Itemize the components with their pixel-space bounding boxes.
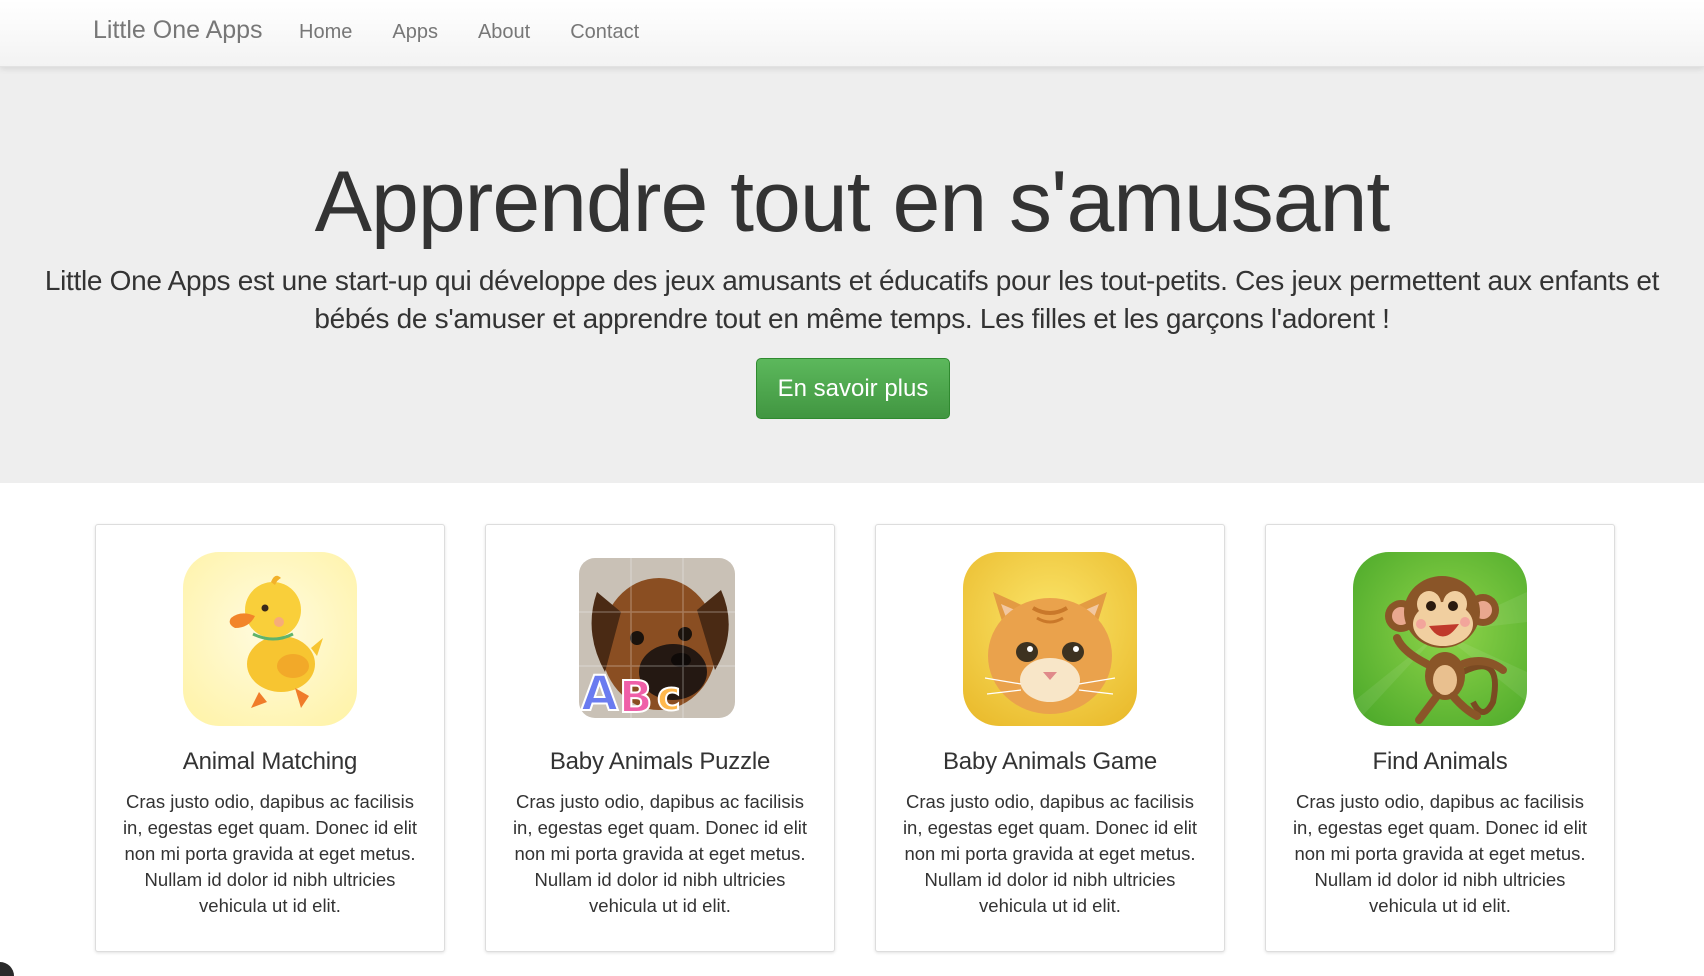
- svg-text:A: A: [581, 666, 618, 722]
- app-title[interactable]: Animal Matching: [96, 748, 444, 776]
- hero-title: Apprendre tout en s'amusant: [314, 154, 1391, 250]
- nav-link-contact[interactable]: Contact: [570, 21, 639, 44]
- svg-text:c: c: [657, 674, 681, 720]
- app-card-animal-matching[interactable]: Animal Matching Cras justo odio, dapibus…: [95, 524, 445, 952]
- hero-description: Little One Apps est une start-up qui dév…: [44, 265, 1660, 334]
- kitten-icon[interactable]: [963, 552, 1137, 726]
- brand-link[interactable]: Little One Apps: [93, 16, 263, 45]
- learn-more-button[interactable]: En savoir plus: [756, 358, 950, 419]
- nav-link-about[interactable]: About: [478, 21, 530, 44]
- app-description: Cras justo odio, dapibus ac facilisis in…: [122, 791, 418, 916]
- app-title[interactable]: Baby Animals Puzzle: [486, 748, 834, 776]
- app-title[interactable]: Baby Animals Game: [876, 748, 1224, 776]
- nav-menu: Home Apps About Contact: [299, 21, 679, 44]
- monkey-icon[interactable]: [1353, 552, 1527, 726]
- navbar: Little One Apps Home Apps About Contact: [0, 0, 1704, 67]
- app-card-baby-animals-puzzle[interactable]: A B c Baby Animals Puzzle Cras justo odi…: [485, 524, 835, 952]
- svg-text:B: B: [619, 672, 653, 723]
- app-title[interactable]: Find Animals: [1266, 748, 1614, 776]
- app-description: Cras justo odio, dapibus ac facilisis in…: [1292, 791, 1588, 916]
- nav-link-apps[interactable]: Apps: [392, 21, 438, 44]
- app-description: Cras justo odio, dapibus ac facilisis in…: [512, 791, 808, 916]
- puppy-abc-icon[interactable]: A B c: [573, 552, 747, 726]
- hero-section: Apprendre tout en s'amusant Little One A…: [0, 67, 1704, 483]
- nav-link-home[interactable]: Home: [299, 21, 352, 44]
- window-corner: [0, 962, 14, 976]
- app-card-find-animals[interactable]: Find Animals Cras justo odio, dapibus ac…: [1265, 524, 1615, 952]
- duck-icon[interactable]: [183, 552, 357, 726]
- app-description: Cras justo odio, dapibus ac facilisis in…: [902, 791, 1198, 916]
- app-card-baby-animals-game[interactable]: Baby Animals Game Cras justo odio, dapib…: [875, 524, 1225, 952]
